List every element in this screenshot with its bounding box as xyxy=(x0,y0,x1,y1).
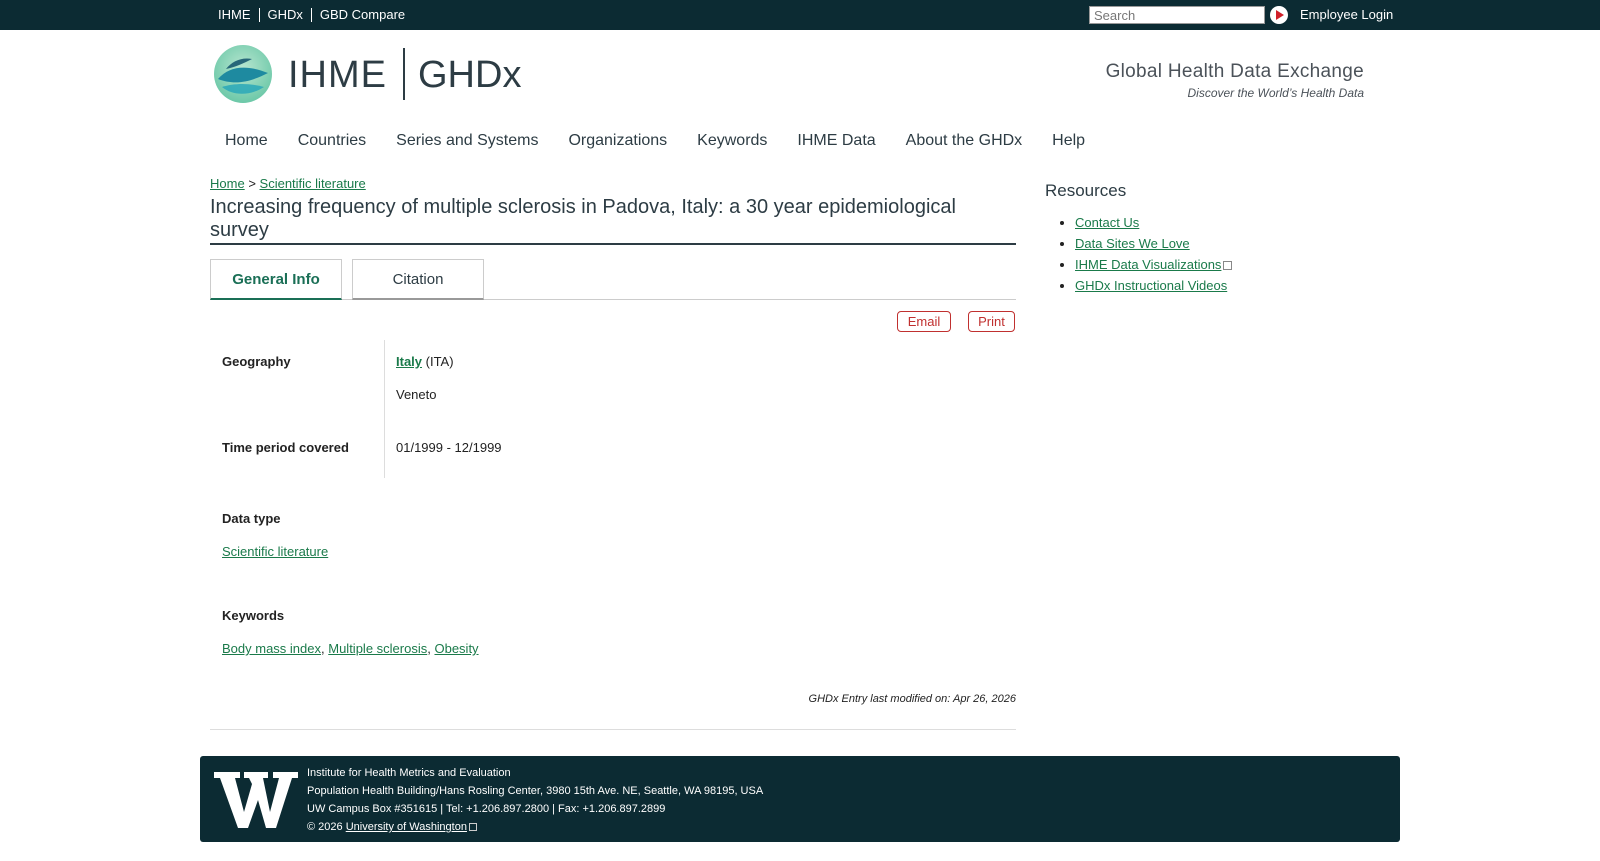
external-link-icon xyxy=(1223,261,1233,270)
top-link-ghdx[interactable]: GHDx xyxy=(258,8,311,22)
data-type-value: Scientific literature xyxy=(222,544,328,559)
breadcrumb-home[interactable]: Home xyxy=(210,176,245,191)
list-item: IHME Data Visualizations xyxy=(1075,257,1233,273)
country-code: (ITA) xyxy=(425,354,454,369)
keywords-list: Body mass index, Multiple sclerosis, Obe… xyxy=(222,641,479,656)
list-item: Contact Us xyxy=(1075,215,1232,231)
keyword-link[interactable]: Obesity xyxy=(434,641,478,656)
footer-copyright: © 2026 xyxy=(307,821,343,833)
resources-title: Resources xyxy=(1045,181,1127,200)
resources-list: Contact Us Data Sites We Love IHME Data … xyxy=(1075,215,1233,299)
tab-general-info[interactable]: General Info xyxy=(210,259,342,300)
nav-about-the-ghdx[interactable]: About the GHDx xyxy=(906,132,1023,150)
page-title: Increasing frequency of multiple scleros… xyxy=(210,196,1016,245)
brand-divider xyxy=(403,48,405,100)
tagline-subtitle: Discover the World’s Health Data xyxy=(1187,86,1364,100)
time-period-label: Time period covered xyxy=(222,440,349,455)
info-divider xyxy=(384,340,385,478)
email-button[interactable]: Email xyxy=(897,311,951,332)
nav-home[interactable]: Home xyxy=(225,132,268,150)
uw-logo-icon[interactable] xyxy=(214,770,298,830)
geography-value: Italy (ITA) xyxy=(396,354,454,369)
nav-ihme-data[interactable]: IHME Data xyxy=(797,132,875,150)
search-input[interactable] xyxy=(1089,6,1265,24)
country-link[interactable]: Italy xyxy=(396,354,422,369)
nav-countries[interactable]: Countries xyxy=(298,132,366,150)
resource-instructional-videos[interactable]: GHDx Instructional Videos xyxy=(1075,278,1227,293)
external-link-icon xyxy=(468,823,477,831)
main-nav: Home Countries Series and Systems Organi… xyxy=(225,132,1115,150)
time-period-value: 01/1999 - 12/1999 xyxy=(396,440,502,455)
breadcrumb: Home > Scientific literature xyxy=(210,176,366,191)
region-value: Veneto xyxy=(396,387,437,402)
resource-contact-us[interactable]: Contact Us xyxy=(1075,215,1139,230)
geography-label: Geography xyxy=(222,354,291,369)
footer-text: Institute for Health Metrics and Evaluat… xyxy=(307,764,763,836)
tab-citation[interactable]: Citation xyxy=(352,259,484,300)
keyword-link[interactable]: Body mass index xyxy=(222,641,321,656)
data-type-link[interactable]: Scientific literature xyxy=(222,544,328,559)
list-item: Data Sites We Love xyxy=(1075,236,1232,252)
top-link-gbd-compare[interactable]: GBD Compare xyxy=(310,8,413,22)
resource-data-sites[interactable]: Data Sites We Love xyxy=(1075,236,1190,251)
keyword-link[interactable]: Multiple sclerosis xyxy=(328,641,427,656)
breadcrumb-separator: > xyxy=(248,176,256,191)
search-submit-icon[interactable] xyxy=(1270,6,1288,24)
footer-address: Population Health Building/Hans Rosling … xyxy=(307,785,764,797)
footer-institute: Institute for Health Metrics and Evaluat… xyxy=(307,767,511,779)
ihme-logo-icon[interactable] xyxy=(212,43,274,105)
breadcrumb-current[interactable]: Scientific literature xyxy=(260,176,366,191)
footer-copyright-line: © 2026 University of Washington xyxy=(307,818,763,836)
top-link-ihme[interactable]: IHME xyxy=(218,8,259,22)
top-bar: IHME GHDx GBD Compare Employee Login xyxy=(0,0,1600,30)
employee-login-link[interactable]: Employee Login xyxy=(1300,7,1393,22)
keyword-separator: , xyxy=(427,641,431,656)
keyword-separator: , xyxy=(321,641,325,656)
resource-ihme-data-viz[interactable]: IHME Data Visualizations xyxy=(1075,257,1221,272)
tab-bar: General Info Citation xyxy=(210,259,1016,300)
last-modified: GHDx Entry last modified on: Apr 26, 202… xyxy=(808,693,1016,705)
keywords-label: Keywords xyxy=(222,608,285,623)
print-button[interactable]: Print xyxy=(968,311,1015,332)
brand-ihme: IHME xyxy=(288,54,387,96)
nav-series-and-systems[interactable]: Series and Systems xyxy=(396,132,538,150)
tagline-title: Global Health Data Exchange xyxy=(1105,61,1364,82)
nav-keywords[interactable]: Keywords xyxy=(697,132,767,150)
nav-organizations[interactable]: Organizations xyxy=(568,132,667,150)
nav-help[interactable]: Help xyxy=(1052,132,1085,150)
data-type-label: Data type xyxy=(222,511,281,526)
content-rule xyxy=(210,729,1016,730)
top-links: IHME GHDx GBD Compare xyxy=(218,0,413,30)
brand-ghdx: GHDx xyxy=(418,54,522,96)
list-item: GHDx Instructional Videos xyxy=(1075,278,1232,294)
footer: Institute for Health Metrics and Evaluat… xyxy=(200,756,1400,842)
footer-contact: UW Campus Box #351615 | Tel: +1.206.897.… xyxy=(307,803,666,815)
uw-link[interactable]: University of Washington xyxy=(346,821,467,833)
